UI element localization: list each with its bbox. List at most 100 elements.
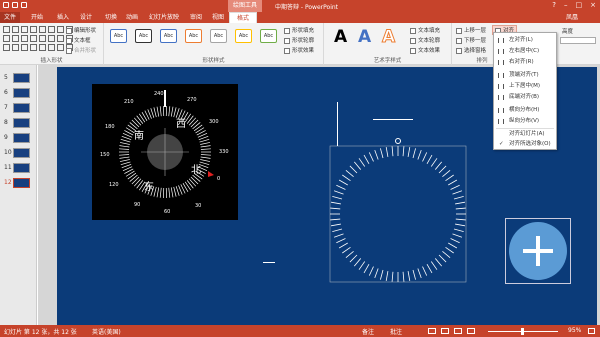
tab-review[interactable]: 审阅 xyxy=(186,12,206,23)
tab-file[interactable]: 文件 xyxy=(0,12,20,23)
text-outline-button[interactable]: 文本轮廓 xyxy=(410,36,440,44)
tick-mark xyxy=(412,269,416,280)
tab-format[interactable]: 格式 xyxy=(229,12,257,23)
merge-shapes-button[interactable]: 合并形状 xyxy=(66,46,96,54)
slide-thumbnail[interactable]: 9 xyxy=(0,133,37,144)
slideshow-icon[interactable] xyxy=(467,328,475,334)
tick-mark xyxy=(402,271,405,282)
tick-mark xyxy=(434,161,443,170)
text-box-button[interactable]: 文本框 xyxy=(66,36,91,44)
notes-button[interactable]: 备注 xyxy=(362,327,374,336)
shape-effects-button[interactable]: 形状效果 xyxy=(284,46,314,54)
shape-style-3[interactable]: Abc xyxy=(160,29,177,43)
shapes-gallery[interactable] xyxy=(3,26,73,52)
tick-mark xyxy=(332,228,343,232)
menu-item-align-selected-objects[interactable]: ✓ 对齐所选对象(O) xyxy=(494,140,556,149)
tick-mark xyxy=(338,179,348,186)
shape-style-7[interactable]: Abc xyxy=(260,29,277,43)
menu-item-distribute-horizontally[interactable]: 横向分布(H) xyxy=(494,106,556,115)
menu-item-align-bottom[interactable]: 底端对齐(B) xyxy=(494,93,556,102)
slide-thumbnail-selected[interactable]: 12 xyxy=(0,178,37,189)
slide-thumbnail[interactable]: 5 xyxy=(0,73,37,84)
help-icon[interactable]: ? xyxy=(552,1,556,9)
tick-ring-shape[interactable] xyxy=(329,137,473,283)
bring-forward-button[interactable]: 上移一层 xyxy=(456,26,486,34)
horizontal-line-shape[interactable] xyxy=(373,119,413,120)
menu-item-align-right[interactable]: 右对齐(R) xyxy=(494,58,556,67)
normal-view-icon[interactable] xyxy=(428,328,436,334)
tab-slideshow[interactable]: 幻灯片放映 xyxy=(146,12,182,23)
tick-mark xyxy=(333,233,344,238)
tick-mark xyxy=(200,154,211,156)
zoom-slider-thumb[interactable] xyxy=(521,328,524,335)
tick-mark xyxy=(442,169,451,178)
selection-pane-button[interactable]: 选择窗格 xyxy=(456,46,486,54)
text-fill-button[interactable]: 文本填充 xyxy=(410,26,440,34)
tab-home[interactable]: 开始 xyxy=(26,12,48,23)
slide-sorter-icon[interactable] xyxy=(441,328,449,334)
tick-mark xyxy=(434,258,443,267)
fit-slide-icon[interactable] xyxy=(588,328,595,334)
edit-shape-button[interactable]: 编辑形状 xyxy=(66,26,96,34)
tick-mark xyxy=(127,124,137,132)
maximize-icon[interactable]: □ xyxy=(576,1,583,9)
undo-icon[interactable] xyxy=(12,2,18,8)
text-effects-button[interactable]: 文本效果 xyxy=(410,46,440,54)
slide-thumbnail[interactable]: 10 xyxy=(0,148,37,159)
menu-item-distribute-vertically[interactable]: 纵向分布(V) xyxy=(494,117,556,126)
shape-outline-button[interactable]: 形状轮廓 xyxy=(284,36,314,44)
shape-style-1[interactable]: Abc xyxy=(110,29,127,43)
minimize-icon[interactable]: – xyxy=(564,1,568,9)
shape-style-4[interactable]: Abc xyxy=(185,29,202,43)
send-backward-button[interactable]: 下移一层 xyxy=(456,36,486,44)
tick-mark xyxy=(385,271,389,282)
slide-thumbnail[interactable]: 11 xyxy=(0,163,37,174)
tick-mark xyxy=(170,106,174,117)
tick-mark xyxy=(412,148,416,159)
menu-item-align-center[interactable]: 左右居中(C) xyxy=(494,47,556,56)
tick-mark xyxy=(385,146,389,157)
wordart-style-3[interactable]: A xyxy=(381,27,395,48)
tab-insert[interactable]: 插入 xyxy=(52,12,74,23)
tick-mark xyxy=(188,178,197,187)
save-icon[interactable] xyxy=(3,2,9,8)
shape-style-6[interactable]: Abc xyxy=(235,29,252,43)
width-field[interactable] xyxy=(560,37,596,44)
shape-style-2[interactable]: Abc xyxy=(135,29,152,43)
slide-thumbnail[interactable]: 8 xyxy=(0,118,37,129)
slide-thumbnail[interactable]: 6 xyxy=(0,88,37,99)
vertical-line-shape[interactable] xyxy=(337,102,338,146)
short-line-shape[interactable] xyxy=(263,262,275,263)
tick-ring xyxy=(330,146,466,282)
tick-mark xyxy=(407,271,411,282)
wordart-style-1[interactable]: A xyxy=(334,27,347,47)
reading-view-icon[interactable] xyxy=(454,328,462,334)
menu-item-align-middle[interactable]: 上下居中(M) xyxy=(494,82,556,91)
tick-mark xyxy=(119,148,130,150)
checkmark-icon: ✓ xyxy=(499,141,504,147)
menu-item-align-left[interactable]: 左对齐(L) xyxy=(494,36,556,45)
wordart-style-2[interactable]: A xyxy=(358,27,371,47)
shape-fill-button[interactable]: 形状填充 xyxy=(284,26,314,34)
language-indicator[interactable]: 英语(美国) xyxy=(92,327,121,336)
rotation-handle-icon[interactable] xyxy=(395,138,401,144)
menu-item-align-to-slide[interactable]: 对齐幻灯片(A) xyxy=(494,130,556,139)
shape-style-5[interactable]: Abc xyxy=(210,29,227,43)
close-icon[interactable]: × xyxy=(590,1,596,9)
menu-item-align-top[interactable]: 顶端对齐(T) xyxy=(494,71,556,80)
degree-label: 300 xyxy=(209,119,219,125)
degree-label: 270 xyxy=(187,97,197,103)
send-backward-icon xyxy=(456,37,462,44)
redo-icon[interactable] xyxy=(21,2,27,8)
user-name[interactable]: 凤凰 xyxy=(566,12,578,23)
tab-transitions[interactable]: 切换 xyxy=(100,12,122,23)
tab-design[interactable]: 设计 xyxy=(75,12,97,23)
compass-dial[interactable]: 南 西 北 东 0 30 60 90 120 150 180 210 240 2… xyxy=(92,84,238,220)
zoom-level[interactable]: 95% xyxy=(568,327,581,334)
tab-animations[interactable]: 动画 xyxy=(121,12,143,23)
group-label-insert-shapes: 插入形状 xyxy=(40,58,63,64)
slide-thumbnail[interactable]: 7 xyxy=(0,103,37,114)
tab-view[interactable]: 视图 xyxy=(208,12,228,23)
merge-shapes-icon xyxy=(66,47,72,54)
comments-button[interactable]: 批注 xyxy=(390,327,402,336)
